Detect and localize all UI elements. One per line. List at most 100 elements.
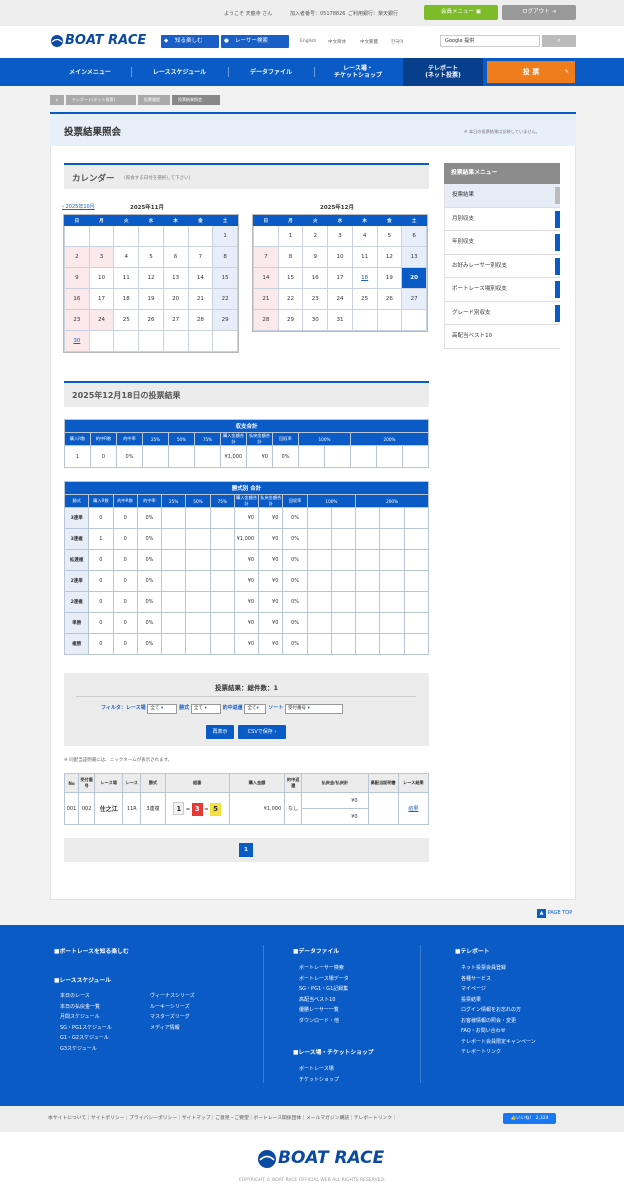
prev-month-link[interactable]: ‹ 2025年10月 (62, 203, 95, 210)
calendar-day[interactable]: 17 (327, 267, 353, 289)
side-menu-item[interactable]: ボートレース場別収支 (444, 278, 560, 302)
calendar-day[interactable]: 15 (277, 267, 304, 289)
footer-heading-venue[interactable]: ■レース場・チケットショップ (293, 1047, 374, 1056)
calendar-day[interactable]: 27 (401, 288, 427, 310)
calendar-day[interactable]: 26 (138, 309, 164, 331)
calendar-day[interactable]: 21 (187, 288, 214, 310)
calendar-day[interactable]: 7 (187, 246, 214, 268)
footer-link[interactable]: G1・G2スケジュール (60, 1034, 112, 1045)
calendar-day[interactable]: 18 (113, 288, 140, 310)
footer-link[interactable]: 優勝レーサー一覧 (299, 1006, 349, 1017)
footer-link[interactable]: FAQ・お問い合わせ (461, 1027, 536, 1038)
calendar-day[interactable]: 20 (162, 288, 189, 310)
calendar-day[interactable]: 12 (138, 267, 164, 289)
calendar-day[interactable]: 13 (162, 267, 189, 289)
side-menu-item[interactable]: 投票結果 (444, 184, 560, 208)
calendar-day[interactable]: 3 (88, 246, 115, 268)
vote-button[interactable]: 投 票 ✎ (487, 61, 575, 83)
footer-link[interactable]: ルーキーシリーズ (150, 1003, 195, 1014)
footer-link[interactable]: 本日のレース (60, 992, 112, 1003)
lang-zh-hans[interactable]: 中文简体 (328, 39, 346, 45)
bottom-link[interactable]: メールマガジン購読 (306, 1116, 349, 1121)
calendar-day[interactable]: 29 (277, 309, 304, 331)
calendar-day[interactable]: 14 (187, 267, 214, 289)
calendar-day[interactable]: 10 (88, 267, 115, 289)
calendar-day[interactable]: 30 (64, 330, 90, 352)
bottom-link[interactable]: ご意見・ご要望 (215, 1116, 249, 1121)
calendar-day[interactable]: 19 (138, 288, 164, 310)
calendar-day[interactable]: 25 (351, 288, 378, 310)
calendar-day[interactable]: 27 (162, 309, 189, 331)
calendar-day[interactable]: 28 (187, 309, 214, 331)
sort-select[interactable]: 受付番号 ▾ (284, 704, 343, 714)
calendar-day[interactable]: 22 (212, 288, 238, 310)
calendar-day[interactable]: 8 (277, 246, 304, 268)
bottom-link[interactable]: 本サイトについて (48, 1116, 86, 1121)
calendar-day[interactable]: 7 (253, 246, 279, 268)
nav-venue-shop[interactable]: レース場・ チケットショップ (315, 58, 401, 86)
bottom-link[interactable]: テレボートリンク (354, 1116, 392, 1121)
side-menu-item[interactable]: お好みレーサー別収支 (444, 254, 560, 278)
calendar-day[interactable]: 17 (88, 288, 115, 310)
calendar-day[interactable]: 24 (88, 309, 115, 331)
calendar-day[interactable]: 6 (401, 225, 427, 247)
calendar-day[interactable]: 6 (162, 246, 189, 268)
calendar-day[interactable]: 10 (327, 246, 353, 268)
calendar-day[interactable]: 16 (64, 288, 90, 310)
footer-link[interactable]: メディア情報 (150, 1024, 195, 1035)
footer-link[interactable]: 各種サービス (461, 975, 536, 986)
lang-korean[interactable]: 한국어 (391, 39, 403, 45)
calendar-day[interactable]: 25 (113, 309, 140, 331)
logout-button[interactable]: ログアウト ⇥ (502, 5, 576, 20)
search-button[interactable]: ⌕ (542, 35, 576, 47)
calendar-day[interactable]: 16 (302, 267, 329, 289)
calendar-day[interactable]: 31 (327, 309, 353, 331)
calendar-day[interactable]: 12 (376, 246, 403, 268)
calendar-day[interactable]: 2 (302, 225, 329, 247)
calendar-day[interactable]: 5 (138, 246, 164, 268)
calendar-day[interactable]: 22 (277, 288, 304, 310)
nav-data-file[interactable]: データファイル (229, 58, 313, 86)
footer-link[interactable]: チケットショップ (299, 1076, 339, 1087)
footer-link[interactable]: ボートレース場 (299, 1065, 339, 1076)
bottom-logo[interactable]: BOAT RACE (257, 1148, 384, 1170)
side-menu-item[interactable]: グレード別収支 (444, 301, 560, 325)
calendar-day[interactable]: 4 (351, 225, 378, 247)
calendar-day[interactable]: 18 (351, 267, 378, 289)
bottom-link[interactable]: プライバシーポリシー (129, 1116, 177, 1121)
calendar-day[interactable]: 11 (351, 246, 378, 268)
lang-zh-hant[interactable]: 中文繁體 (360, 39, 378, 45)
calendar-day[interactable]: 13 (401, 246, 427, 268)
site-logo[interactable]: BOAT RACE (50, 33, 146, 53)
search-input[interactable]: Google 提供 (440, 35, 540, 47)
home-icon[interactable]: ⌂ (50, 95, 64, 105)
nav-race-schedule[interactable]: レーススケジュール (132, 58, 227, 86)
footer-link[interactable]: 月間スケジュール (60, 1013, 112, 1024)
calendar-day[interactable]: 1 (277, 225, 304, 247)
calendar-day[interactable]: 9 (64, 267, 90, 289)
redisplay-button[interactable]: 再表示 (206, 725, 234, 739)
footer-link[interactable]: ボートレーサー検索 (299, 964, 349, 975)
calendar-day[interactable]: 23 (64, 309, 90, 331)
footer-link[interactable]: ネット投票会員登録 (461, 964, 536, 975)
footer-link[interactable]: 投票結果 (461, 996, 536, 1007)
racer-search-button[interactable]: ● レーサー検索 (221, 35, 289, 48)
csv-save-button[interactable]: CSVで保存 › (238, 725, 286, 739)
footer-link[interactable]: マスターズリーグ (150, 1013, 195, 1024)
footer-link[interactable]: ボートレース場データ (299, 975, 349, 986)
calendar-day[interactable]: 3 (327, 225, 353, 247)
calendar-day[interactable]: 9 (302, 246, 329, 268)
footer-link[interactable]: テレボートリンク (461, 1048, 536, 1059)
footer-link[interactable]: ログイン情報をお忘れの方 (461, 1006, 536, 1017)
calendar-day[interactable]: 8 (212, 246, 238, 268)
calendar-day[interactable]: 15 (212, 267, 238, 289)
lang-english[interactable]: English (300, 39, 316, 44)
side-menu-item[interactable]: 年別収支 (444, 231, 560, 255)
footer-link[interactable]: SG・PG1スケジュール (60, 1024, 112, 1035)
nav-main-menu[interactable]: メインメニュー (50, 58, 130, 86)
footer-link[interactable]: 本日の払戻金一覧 (60, 1003, 112, 1014)
bottom-link[interactable]: サイトポリシー (91, 1116, 125, 1121)
footer-link[interactable]: SG・PG1・G1記録集 (299, 985, 349, 996)
footer-link[interactable]: G3スケジュール (60, 1045, 112, 1056)
nav-teleboat[interactable]: テレボート (ネット投票) (403, 58, 483, 86)
